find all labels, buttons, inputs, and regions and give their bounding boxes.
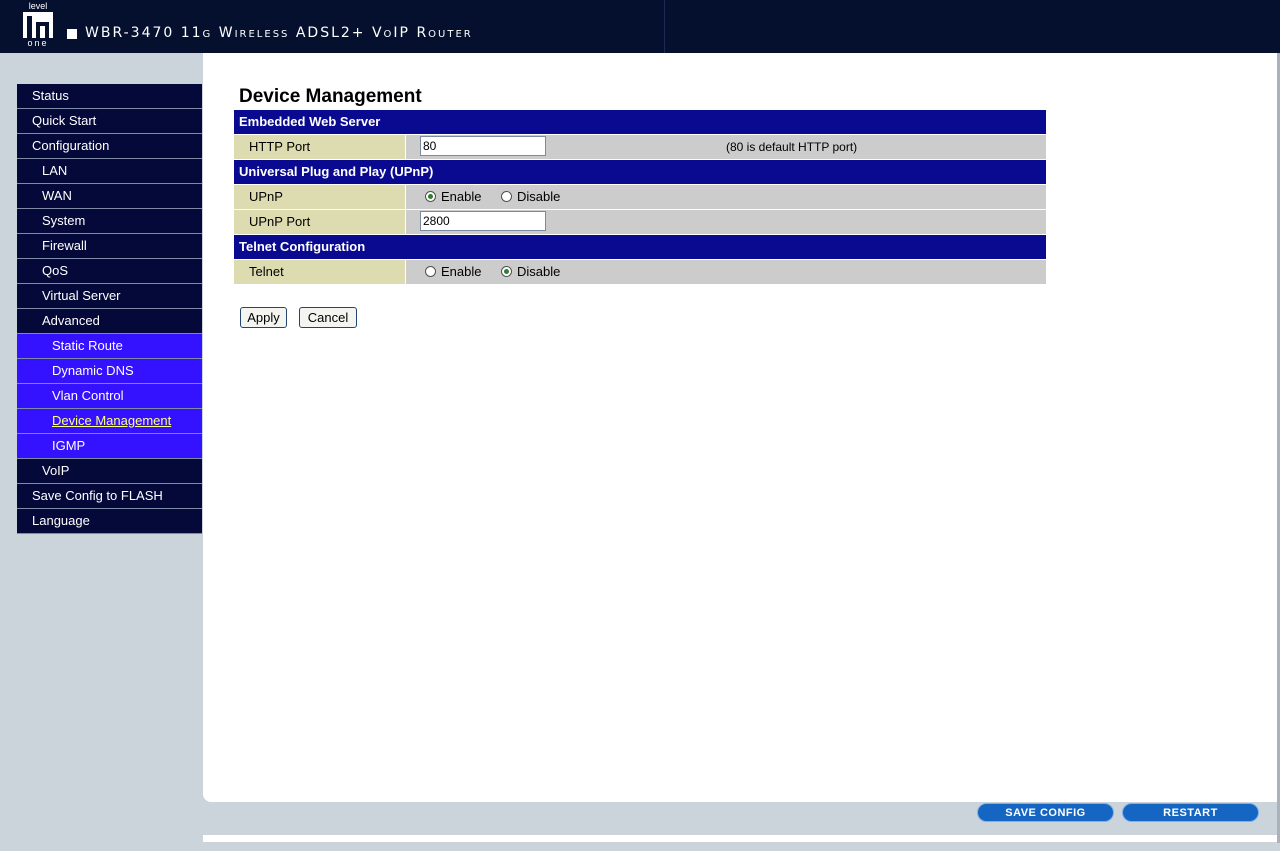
- telnet-label: Telnet: [234, 260, 405, 284]
- product-title: WBR-3470 11g Wireless ADSL2+ VoIP Router: [85, 25, 473, 41]
- sidebar-item-advanced[interactable]: Advanced: [17, 309, 202, 334]
- section-upnp: Universal Plug and Play (UPnP): [234, 160, 1046, 185]
- sidebar-item-label: Status: [32, 88, 69, 103]
- row-http-port: HTTP Port 80 (80 is default HTTP port): [234, 135, 1046, 160]
- restart-button[interactable]: RESTART: [1122, 803, 1259, 822]
- sidebar-item-language[interactable]: Language: [17, 509, 202, 534]
- upnp-port-label: UPnP Port: [234, 210, 405, 234]
- levelone-logo: level one: [21, 2, 55, 48]
- header-bar: level one WBR-3470 11g Wireless ADSL2+ V…: [0, 0, 1280, 53]
- upnp-disable-label[interactable]: Disable: [517, 185, 560, 209]
- sidebar-item-label: Configuration: [32, 138, 110, 153]
- sidebar-item-configuration[interactable]: Configuration: [17, 134, 202, 159]
- sidebar-item-save-config-to-flash[interactable]: Save Config to FLASH: [17, 484, 202, 509]
- sidebar-item-label: Virtual Server: [42, 288, 121, 303]
- upnp-cell: Enable Disable: [406, 185, 1046, 209]
- sidebar-item-static-route[interactable]: Static Route: [17, 334, 202, 359]
- sidebar-item-label: LAN: [42, 163, 68, 178]
- cancel-button[interactable]: Cancel: [299, 307, 357, 328]
- sidebar-item-label: IGMP: [52, 438, 86, 453]
- sidebar-item-wan[interactable]: WAN: [17, 184, 202, 209]
- upnp-port-cell: 2800: [406, 210, 1046, 234]
- sidebar-item-label: WAN: [42, 188, 72, 203]
- save-config-button[interactable]: SAVE CONFIG: [977, 803, 1114, 822]
- sidebar-item-dynamic-dns[interactable]: Dynamic DNS: [17, 359, 202, 384]
- upnp-label: UPnP: [234, 185, 405, 209]
- telnet-cell: Enable Disable: [406, 260, 1046, 284]
- telnet-enable-label[interactable]: Enable: [441, 260, 481, 284]
- sidebar-item-voip[interactable]: VoIP: [17, 459, 202, 484]
- telnet-enable-radio[interactable]: [425, 266, 436, 277]
- upnp-enable-label[interactable]: Enable: [441, 185, 481, 209]
- sidebar-item-system[interactable]: System: [17, 209, 202, 234]
- header-divider: [664, 0, 665, 53]
- row-telnet: Telnet Enable Disable: [234, 260, 1046, 285]
- http-port-label: HTTP Port: [234, 135, 405, 159]
- upnp-disable-radio[interactable]: [501, 191, 512, 202]
- bottom-strip: [203, 835, 1277, 842]
- page-title: Device Management: [239, 86, 422, 107]
- telnet-disable-radio[interactable]: [501, 266, 512, 277]
- upnp-enable-radio[interactable]: [425, 191, 436, 202]
- sidebar-item-label: Static Route: [52, 338, 123, 353]
- sidebar-item-label: Language: [32, 513, 90, 528]
- title-bullet-icon: [67, 29, 77, 39]
- logo-mark-icon: [23, 12, 53, 38]
- sidebar-item-quick-start[interactable]: Quick Start: [17, 109, 202, 134]
- sidebar-item-label: Dynamic DNS: [52, 363, 134, 378]
- sidebar-item-label: Device Management: [52, 413, 172, 428]
- section-embedded-web-server: Embedded Web Server: [234, 110, 1046, 135]
- sidebar-item-label: VoIP: [42, 463, 70, 478]
- apply-button[interactable]: Apply: [240, 307, 287, 328]
- sidebar-nav: Status Quick Start Configuration LAN WAN Syst…: [17, 84, 202, 534]
- sidebar-item-label: Vlan Control: [52, 388, 124, 403]
- sidebar-item-virtual-server[interactable]: Virtual Server: [17, 284, 202, 309]
- sidebar-item-device-management[interactable]: Device Management: [17, 409, 202, 434]
- sidebar-item-igmp[interactable]: IGMP: [17, 434, 202, 459]
- sidebar-item-vlan-control[interactable]: Vlan Control: [17, 384, 202, 409]
- sidebar-item-status[interactable]: Status: [17, 84, 202, 109]
- upnp-port-input[interactable]: 2800: [420, 211, 546, 231]
- telnet-disable-label[interactable]: Disable: [517, 260, 560, 284]
- sidebar-item-qos[interactable]: QoS: [17, 259, 202, 284]
- logo-bottom-text: one: [27, 38, 49, 48]
- section-telnet: Telnet Configuration: [234, 235, 1046, 260]
- sidebar-item-label: Advanced: [42, 313, 100, 328]
- sidebar-item-firewall[interactable]: Firewall: [17, 234, 202, 259]
- row-upnp-port: UPnP Port 2800: [234, 210, 1046, 235]
- http-port-note: (80 is default HTTP port): [726, 140, 858, 154]
- main-content: Device Management Embedded Web Server HT…: [203, 53, 1277, 802]
- sidebar-item-label: Quick Start: [32, 113, 97, 128]
- http-port-input[interactable]: 80: [420, 136, 546, 156]
- device-management-form: Embedded Web Server HTTP Port 80 (80 is …: [234, 110, 1046, 285]
- logo-top-text: level: [28, 1, 48, 11]
- sidebar-item-label: Save Config to FLASH: [32, 488, 163, 503]
- sidebar-item-label: System: [42, 213, 86, 228]
- sidebar-item-label: Firewall: [42, 238, 87, 253]
- sidebar-item-label: QoS: [42, 263, 69, 278]
- row-upnp: UPnP Enable Disable: [234, 185, 1046, 210]
- sidebar-item-lan[interactable]: LAN: [17, 159, 202, 184]
- http-port-cell: 80 (80 is default HTTP port): [406, 135, 1046, 159]
